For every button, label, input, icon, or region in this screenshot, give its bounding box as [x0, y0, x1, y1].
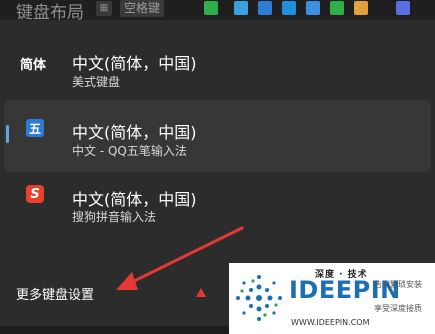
taskbar-bottom-strip	[0, 326, 229, 334]
ideepin-watermark: 深度 · 技术 IDEEPIN WWW.IDEEPIN.COM 告别繁琐安装 享…	[229, 263, 435, 334]
watermark-url: WWW.IDEEPIN.COM	[291, 318, 370, 327]
watermark-tagline-1: 告别繁琐安装	[374, 280, 422, 289]
watermark-tagline-2: 享受深度接质	[374, 304, 422, 313]
ideepin-logo-icon	[236, 275, 282, 321]
